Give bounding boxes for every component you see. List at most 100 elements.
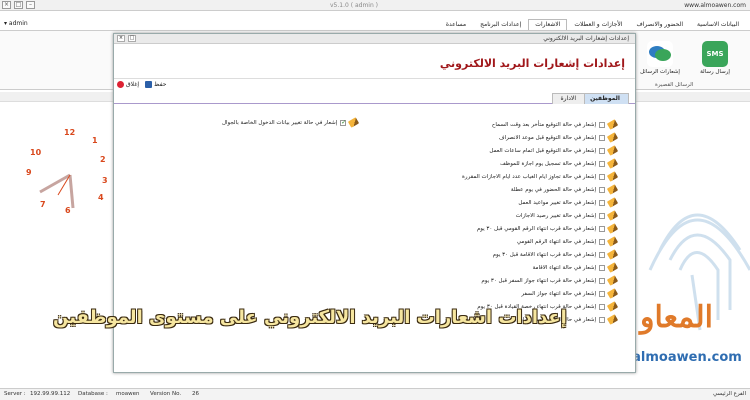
notification-checkbox[interactable] bbox=[340, 119, 346, 126]
dialog-toolbar: إغلاق حفظ bbox=[114, 79, 635, 89]
send-sms-button[interactable]: SMS إرسال رسالة bbox=[695, 41, 735, 75]
close-window-button[interactable]: × bbox=[2, 1, 11, 9]
notification-label: إشعار في حالة قرب انتهاء الرقم القومي قب… bbox=[476, 225, 596, 232]
list-item: إشعار في حالة تغيير رصيد الاجازات bbox=[317, 209, 619, 222]
notification-label: إشعار في حالة التوقيع قبل موعد الانصراف bbox=[498, 134, 596, 141]
version-label: Version No. bbox=[150, 391, 182, 397]
notification-checkbox[interactable] bbox=[599, 316, 605, 323]
edit-icon[interactable] bbox=[606, 184, 619, 195]
notification-label: إشعار في حالة قرب انتهاء جواز السفر قبل … bbox=[481, 277, 596, 284]
tab-administration[interactable]: الادارة bbox=[551, 93, 585, 104]
notification-checkbox[interactable] bbox=[599, 121, 605, 128]
notification-label: إشعار في حالة انتهاء الرقم القومي bbox=[516, 238, 596, 245]
sms-icon: SMS bbox=[702, 41, 728, 67]
menu-settings[interactable]: إعدادات البرنامج bbox=[473, 19, 528, 30]
window-controls: × □ – bbox=[2, 1, 35, 9]
edit-icon[interactable] bbox=[606, 119, 619, 130]
edit-icon[interactable] bbox=[606, 223, 619, 234]
list-item: إشعار في حالة تغيير بيانات الدخول الخاصة… bbox=[222, 117, 360, 128]
menubar: ▾ admin البيانات الاساسية الحضور والانصر… bbox=[0, 19, 750, 30]
list-item: إشعار في حالة التوقيع قبل اتمام ساعات ال… bbox=[317, 144, 619, 157]
notification-label: إشعار في حالة قرب انتهاء الاقامة قبل ٣٠ … bbox=[492, 251, 596, 258]
list-item: إشعار في حالة انتهاء جواز السفر bbox=[317, 287, 619, 300]
notification-checkbox[interactable] bbox=[599, 147, 605, 154]
edit-icon[interactable] bbox=[606, 197, 619, 208]
database-label: Database : bbox=[78, 391, 108, 397]
message-notifications-button[interactable]: إشعارات الرسائل bbox=[640, 41, 680, 75]
notification-label: إشعار في حالة تغيير مواعيد العمل bbox=[518, 199, 596, 206]
menu-help[interactable]: مساعدة bbox=[439, 19, 473, 30]
status-bar: Server : 192.99.99.112 Database : moawen… bbox=[0, 388, 750, 400]
menu-items: البيانات الاساسية الحضور والانصراف الأجا… bbox=[439, 19, 746, 30]
notification-checkbox[interactable] bbox=[599, 160, 605, 167]
dialog-maximize-icon[interactable]: □ bbox=[128, 35, 136, 42]
menu-notifications[interactable]: الاشعارات bbox=[528, 19, 568, 30]
menu-basic-data[interactable]: البيانات الاساسية bbox=[690, 19, 746, 30]
dialog-heading: إعدادات إشعارات البريد الالكتروني bbox=[439, 57, 625, 70]
menu-vacations[interactable]: الأجازات و العطلات bbox=[567, 19, 629, 30]
branch-label: الفرع الرئيسي bbox=[713, 391, 746, 397]
site-url: www.almoawen.com bbox=[684, 2, 746, 9]
edit-icon[interactable] bbox=[606, 132, 619, 143]
clock-hands bbox=[39, 173, 75, 209]
notification-label: إشعار في حالة تغيير رصيد الاجازات bbox=[515, 212, 596, 219]
list-item: إشعار في حالة التوقيع قبل موعد الانصراف bbox=[317, 131, 619, 144]
notification-checkbox[interactable] bbox=[599, 225, 605, 232]
dialog-titlebar: × □ إعدادات إشعارات البريد الالكتروني bbox=[114, 34, 635, 44]
edit-icon[interactable] bbox=[606, 262, 619, 273]
app-title: v5.1.0 ( admin ) bbox=[330, 2, 379, 9]
list-item: إشعار في حالة تغيير مواعيد العمل bbox=[317, 196, 619, 209]
edit-icon[interactable] bbox=[606, 275, 619, 286]
list-item: إشعار في حالة قرب انتهاء الاقامة قبل ٣٠ … bbox=[317, 248, 619, 261]
notification-checkbox[interactable] bbox=[599, 303, 605, 310]
database-value: moawen bbox=[116, 391, 140, 397]
notification-checkbox[interactable] bbox=[599, 134, 605, 141]
close-button[interactable]: إغلاق bbox=[117, 80, 139, 88]
notification-label: إشعار في حالة انتهاء الاقامة bbox=[532, 264, 596, 271]
user-menu[interactable]: ▾ admin bbox=[4, 20, 28, 27]
notification-checkbox[interactable] bbox=[599, 251, 605, 258]
edit-icon[interactable] bbox=[606, 288, 619, 299]
edit-icon[interactable] bbox=[606, 236, 619, 247]
save-button[interactable]: حفظ bbox=[145, 80, 167, 88]
list-item: إشعار في حالة تسجيل يوم اجازة للموظف bbox=[317, 157, 619, 170]
maximize-window-button[interactable]: □ bbox=[14, 1, 23, 9]
menu-attendance[interactable]: الحضور والانصراف bbox=[629, 19, 690, 30]
send-sms-label: إرسال رسالة bbox=[700, 69, 730, 75]
video-caption: إعدادات اشعارات البريد الالكتروني على مس… bbox=[53, 307, 567, 328]
list-item: إشعار في حالة الحضور في يوم عطلة bbox=[317, 183, 619, 196]
notification-checkbox[interactable] bbox=[599, 290, 605, 297]
notification-checkbox[interactable] bbox=[599, 238, 605, 245]
list-item: إشعار في حالة قرب انتهاء جواز السفر قبل … bbox=[317, 274, 619, 287]
edit-icon[interactable] bbox=[606, 171, 619, 182]
edit-icon[interactable] bbox=[606, 210, 619, 221]
list-item: إشعار في حالة قرب انتهاء الرقم القومي قب… bbox=[317, 222, 619, 235]
edit-icon[interactable] bbox=[606, 301, 619, 312]
minimize-window-button[interactable]: – bbox=[26, 1, 35, 9]
edit-icon[interactable] bbox=[606, 314, 619, 325]
message-notifications-label: إشعارات الرسائل bbox=[640, 69, 680, 75]
notification-checkbox[interactable] bbox=[599, 173, 605, 180]
analog-clock: 12 1 2 3 4 6 7 9 10 bbox=[18, 120, 128, 230]
dialog-header: إعدادات إشعارات البريد الالكتروني bbox=[114, 44, 635, 79]
edit-icon[interactable] bbox=[606, 158, 619, 169]
save-icon bbox=[145, 80, 153, 88]
edit-icon[interactable] bbox=[606, 249, 619, 260]
notification-checkbox[interactable] bbox=[599, 186, 605, 193]
notification-label: إشعار في حالة تجاوز ايام الغياب عدد ايام… bbox=[462, 173, 596, 180]
notification-checkbox[interactable] bbox=[599, 264, 605, 271]
notification-checkbox[interactable] bbox=[599, 212, 605, 219]
list-item: إشعار في حالة انتهاء الاقامة bbox=[317, 261, 619, 274]
notification-checkbox[interactable] bbox=[599, 199, 605, 206]
dialog-close-icon[interactable]: × bbox=[117, 35, 125, 42]
notification-list: إشعار في حالة التوقيع متأخر بعد وقت السم… bbox=[317, 118, 619, 326]
notification-label: إشعار في حالة انتهاء جواز السفر bbox=[521, 290, 596, 297]
list-item: إشعار في حالة تجاوز ايام الغياب عدد ايام… bbox=[317, 170, 619, 183]
notification-label: إشعار في حالة التوقيع قبل اتمام ساعات ال… bbox=[489, 147, 596, 154]
save-label: حفظ bbox=[154, 80, 167, 88]
list-item: إشعار في حالة انتهاء الرقم القومي bbox=[317, 235, 619, 248]
tab-employees[interactable]: الموظفين bbox=[581, 93, 629, 104]
edit-icon[interactable] bbox=[606, 145, 619, 156]
notification-checkbox[interactable] bbox=[599, 277, 605, 284]
version-value: 26 bbox=[192, 391, 199, 397]
